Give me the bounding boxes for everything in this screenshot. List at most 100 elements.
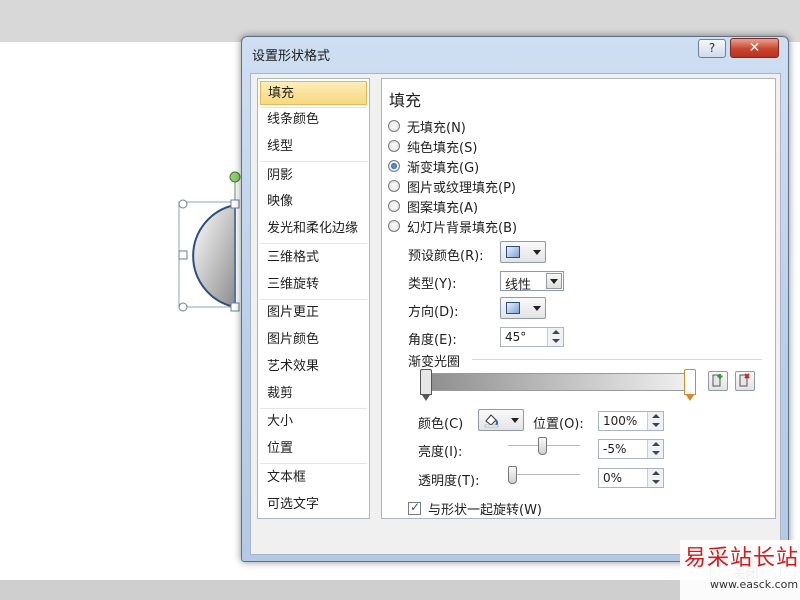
radio-solid-fill[interactable]: 纯色填充(S) (388, 137, 478, 156)
position-value: 100% (603, 414, 638, 428)
help-button[interactable]: ? (698, 39, 726, 58)
remove-gradient-stop-button[interactable] (735, 371, 755, 391)
type-label: 类型(Y): (408, 277, 457, 292)
chevron-down-icon (533, 250, 541, 255)
watermark-text: 易采站长站 (684, 546, 800, 571)
radio-circle[interactable] (388, 200, 400, 212)
nav-item-shadow[interactable]: 阴影 (260, 164, 367, 188)
radio-gradient-fill[interactable]: 渐变填充(G) (388, 157, 480, 176)
brightness-label: 亮度(I): (418, 445, 463, 460)
window-close-button[interactable]: ✕ (730, 38, 779, 58)
angle-value: 45° (505, 330, 527, 344)
spin-arrows-icon[interactable] (647, 412, 663, 430)
nav-divider (260, 408, 367, 409)
panel-title: 填充 (389, 91, 422, 110)
color-picker-dropdown[interactable] (478, 409, 524, 431)
color-label: 颜色(C) (418, 417, 464, 432)
radio-circle[interactable] (388, 180, 400, 192)
handle-bottom-right[interactable] (230, 302, 240, 312)
nav-item-3d-rotation[interactable]: 三维旋转 (260, 273, 367, 297)
nav-item-text-box[interactable]: 文本框 (260, 466, 367, 490)
dialog-client-area: 填充 线条颜色 线型 阴影 映像 发光和柔化边缘 三维格式 三维旋转 图片更正 … (250, 73, 781, 588)
fill-panel: 填充 无填充(N) 纯色填充(S) 渐变填充(G) 图片或纹理填充(P) 图案填… (381, 78, 776, 519)
transparency-slider[interactable] (508, 466, 580, 484)
type-select[interactable]: 线性 (500, 271, 564, 293)
spin-arrows-icon[interactable] (547, 328, 563, 346)
type-value: 线性 (505, 278, 532, 293)
position-spinner[interactable]: 100% (598, 411, 664, 431)
radio-picture-fill[interactable]: 图片或纹理填充(P) (388, 177, 516, 196)
radio-circle[interactable] (388, 140, 400, 152)
chevron-down-icon (511, 418, 519, 423)
rotate-with-shape-checkbox[interactable] (408, 500, 421, 515)
dialog-title-bar[interactable]: 设置形状格式 ? ✕ (242, 37, 788, 67)
nav-item-line-color[interactable]: 线条颜色 (260, 108, 367, 132)
gradient-stop-right-selected[interactable] (684, 369, 696, 401)
handle-bottom-left[interactable] (178, 302, 188, 312)
format-shape-dialog: 设置形状格式 ? ✕ 填充 线条颜色 线型 阴影 映像 发光和柔化边缘 三维格式… (241, 36, 789, 588)
transparency-label: 透明度(T): (418, 474, 480, 489)
nav-divider (260, 299, 367, 300)
radio-no-fill[interactable]: 无填充(N) (388, 117, 466, 136)
radio-label: 幻灯片背景填充(B) (407, 220, 518, 236)
gradient-stops-bar[interactable] (422, 373, 690, 391)
radio-circle[interactable] (388, 220, 400, 232)
nav-item-picture-color[interactable]: 图片颜色 (260, 328, 367, 352)
dialog-title: 设置形状格式 (252, 49, 331, 64)
slider-track (508, 474, 580, 476)
nav-item-glow-soft-edges[interactable]: 发光和柔化边缘 (260, 217, 367, 241)
brightness-slider[interactable] (508, 437, 580, 455)
angle-label: 角度(E): (408, 333, 457, 348)
direction-dropdown[interactable] (500, 297, 546, 319)
rotate-with-shape-label: 与形状一起旋转(W) (428, 503, 542, 518)
nav-item-alt-text[interactable]: 可选文字 (260, 493, 367, 517)
gradient-stops-label: 渐变光圈 (408, 355, 461, 370)
nav-item-reflection[interactable]: 映像 (260, 190, 367, 214)
brightness-value: -5% (603, 442, 627, 456)
position-label: 位置(O): (533, 417, 584, 432)
gradient-preview-icon (506, 246, 520, 258)
add-gradient-stop-button[interactable] (708, 371, 728, 391)
remove-stop-icon (739, 373, 750, 387)
spin-arrows-icon[interactable] (647, 440, 663, 458)
selected-shape[interactable] (170, 170, 250, 315)
nav-item-artistic-effects[interactable]: 艺术效果 (260, 355, 367, 379)
paint-bucket-icon (484, 414, 499, 428)
radio-background-fill[interactable]: 幻灯片背景填充(B) (388, 217, 518, 236)
slider-thumb[interactable] (508, 466, 517, 484)
direction-preview-icon (506, 302, 520, 314)
angle-spinner[interactable]: 45° (500, 327, 564, 347)
category-list: 填充 线条颜色 线型 阴影 映像 发光和柔化边缘 三维格式 三维旋转 图片更正 … (257, 78, 370, 519)
nav-item-3d-format[interactable]: 三维格式 (260, 246, 367, 270)
watermark-url: www.easck.com (710, 578, 799, 591)
handle-left[interactable] (178, 250, 188, 260)
preset-colors-label: 预设颜色(R): (408, 249, 484, 264)
direction-label: 方向(D): (408, 305, 459, 320)
radio-label: 渐变填充(G) (407, 160, 480, 176)
radio-circle[interactable] (388, 120, 400, 132)
radio-pattern-fill[interactable]: 图案填充(A) (388, 197, 479, 216)
slider-thumb[interactable] (538, 437, 547, 455)
brightness-spinner[interactable]: -5% (598, 439, 664, 459)
radio-label: 图案填充(A) (407, 200, 479, 216)
radio-label: 纯色填充(S) (407, 140, 478, 156)
group-divider (472, 359, 762, 360)
nav-item-position[interactable]: 位置 (260, 437, 367, 461)
radio-label: 图片或纹理填充(P) (407, 180, 516, 196)
nav-item-picture-corrections[interactable]: 图片更正 (260, 301, 367, 325)
transparency-value: 0% (603, 471, 623, 485)
handle-top-right[interactable] (230, 199, 240, 209)
handle-top-left[interactable] (178, 199, 188, 209)
nav-item-fill[interactable]: 填充 (260, 81, 367, 105)
radio-circle-selected[interactable] (388, 160, 400, 172)
transparency-spinner[interactable]: 0% (598, 468, 664, 488)
gradient-stop-left[interactable] (420, 369, 432, 401)
chevron-down-icon[interactable] (546, 273, 562, 289)
radio-label: 无填充(N) (407, 120, 466, 136)
nav-item-crop[interactable]: 裁剪 (260, 382, 367, 406)
spin-arrows-icon[interactable] (647, 469, 663, 487)
semicircle-shape[interactable] (170, 170, 250, 315)
nav-item-size[interactable]: 大小 (260, 410, 367, 434)
nav-item-line-style[interactable]: 线型 (260, 135, 367, 159)
preset-colors-dropdown[interactable] (500, 241, 546, 263)
